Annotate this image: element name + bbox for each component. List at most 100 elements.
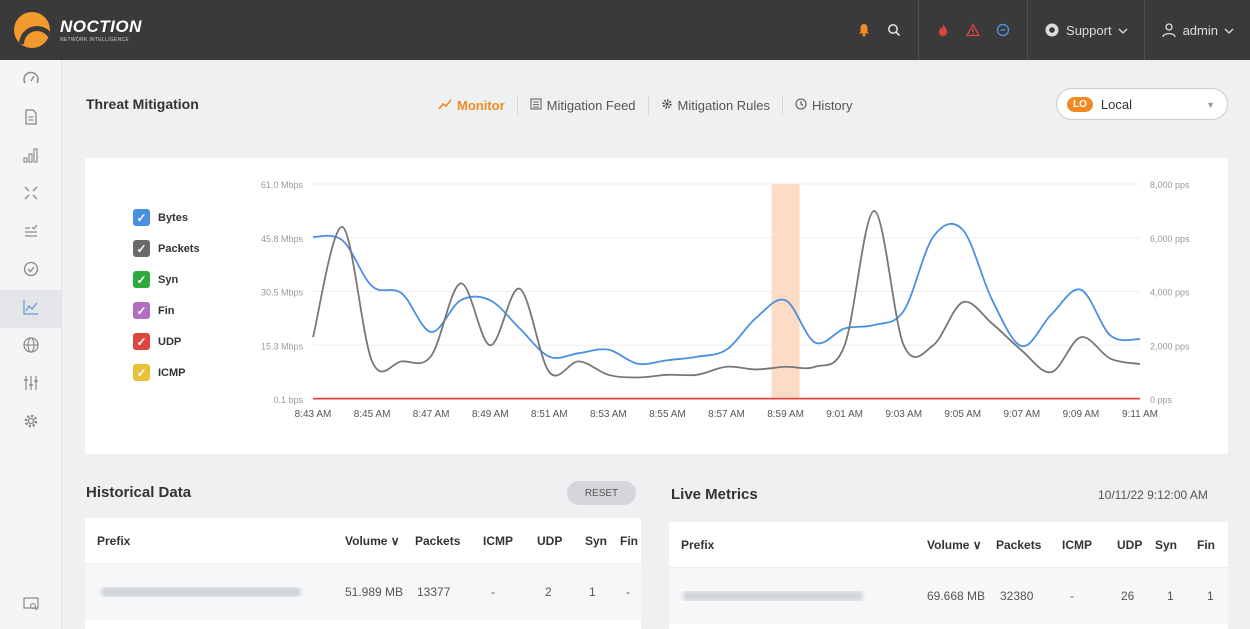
check-circle-icon: [22, 260, 40, 283]
sidebar-item-statistics[interactable]: [0, 138, 62, 176]
x-tick-label: 8:47 AM: [413, 409, 450, 420]
user-menu[interactable]: admin: [1161, 22, 1234, 38]
sidebar: [0, 60, 62, 629]
series-line-packets: [312, 209, 1141, 379]
column-icmp[interactable]: ICMP: [1062, 538, 1117, 552]
column-syn[interactable]: Syn: [585, 534, 620, 548]
sidebar-item-events[interactable]: [0, 214, 62, 252]
sidebar-item-improvements[interactable]: [0, 176, 62, 214]
tab-mitigation-rules[interactable]: Mitigation Rules: [647, 95, 783, 115]
trend-icon: [438, 98, 452, 113]
router-select[interactable]: LO Local ▼: [1056, 88, 1228, 120]
x-tick-label: 9:01 AM: [826, 409, 863, 420]
list-check-icon: [22, 222, 40, 245]
tab-label: History: [812, 97, 853, 113]
user-icon: [1161, 22, 1177, 38]
table-row[interactable]: 69.668 MB 32380 - 26 1 1: [669, 568, 1228, 624]
sidebar-item-dashboard[interactable]: [0, 62, 62, 100]
line-chart-icon: [22, 298, 40, 321]
reset-button[interactable]: RESET: [567, 481, 636, 505]
caret-down-icon: ▼: [1206, 100, 1215, 110]
column-fin[interactable]: Fin: [1197, 538, 1221, 552]
sidebar-item-controls[interactable]: [0, 366, 62, 404]
sidebar-item-reports[interactable]: [0, 100, 62, 138]
volume-cell: 69.668 MB: [927, 589, 986, 603]
table-header: Prefix Volume ∨ Packets ICMP UDP Syn Fin: [85, 518, 641, 564]
table-header: Prefix Volume ∨ Packets ICMP UDP Syn Fin: [669, 522, 1228, 568]
column-fin[interactable]: Fin: [620, 534, 641, 548]
column-volume[interactable]: Volume ∨: [345, 534, 415, 548]
live-timestamp: 10/11/22 9:12:00 AM: [1098, 488, 1208, 502]
warning-icon[interactable]: [965, 22, 981, 38]
sidebar-item-settings[interactable]: [0, 404, 62, 442]
redacted-prefix: [683, 591, 863, 601]
clock-icon: [795, 97, 807, 113]
column-prefix[interactable]: Prefix: [669, 538, 927, 552]
brand-logo[interactable]: NOCTION NETWORK INTELLIGENCE: [14, 12, 142, 48]
compress-icon: [22, 184, 40, 207]
y-right-tick-label: 0 pps: [1150, 395, 1173, 405]
fin-cell: 1: [1207, 589, 1214, 603]
traffic-line-chart[interactable]: 61.0 Mbps 8,000 pps 45.8 Mbps 6,000 pps 30.5…: [85, 158, 1228, 454]
router-badge: LO: [1067, 96, 1093, 112]
chat-icon[interactable]: [995, 22, 1011, 38]
brand-name: NOCTION: [60, 17, 142, 36]
historical-table: Prefix Volume ∨ Packets ICMP UDP Syn Fin…: [85, 518, 641, 629]
router-select-value: Local: [1100, 96, 1132, 112]
brand-tagline: NETWORK INTELLIGENCE: [60, 37, 130, 43]
column-syn[interactable]: Syn: [1155, 538, 1197, 552]
view-tabs: Monitor Mitigation Feed Mitigation Rules…: [426, 92, 865, 118]
column-icmp[interactable]: ICMP: [483, 534, 537, 548]
y-left-tick-label: 0.1 bps: [273, 395, 303, 405]
sidebar-item-screen[interactable]: [0, 591, 62, 621]
tab-label: Mitigation Feed: [546, 97, 636, 113]
tab-mitigation-feed[interactable]: Mitigation Feed: [516, 95, 648, 115]
bell-icon[interactable]: [856, 22, 872, 38]
gear-icon: [661, 98, 673, 113]
y-left-tick-label: 61.0 Mbps: [261, 180, 304, 190]
column-packets[interactable]: Packets: [996, 538, 1062, 552]
x-tick-label: 8:49 AM: [472, 409, 509, 420]
syn-cell: 1: [589, 585, 596, 599]
search-icon[interactable]: [886, 22, 902, 38]
y-left-tick-label: 45.8 Mbps: [261, 234, 304, 244]
column-volume[interactable]: Volume ∨: [927, 538, 996, 552]
x-tick-label: 9:09 AM: [1063, 409, 1100, 420]
table-row[interactable]: 51.989 MB 13377 - 2 1 -: [85, 564, 641, 620]
fire-icon[interactable]: [935, 22, 951, 38]
live-metrics-table: Prefix Volume ∨ Packets ICMP UDP Syn Fin…: [669, 522, 1228, 629]
udp-cell: 2: [545, 585, 552, 599]
x-tick-label: 9:05 AM: [944, 409, 981, 420]
live-metrics-title: Live Metrics: [671, 486, 758, 503]
volume-cell: 51.989 MB: [345, 585, 404, 599]
sidebar-item-checks[interactable]: [0, 252, 62, 290]
packets-cell: 13377: [417, 585, 451, 599]
packets-cell: 32380: [1000, 589, 1034, 603]
support-icon: [1044, 22, 1060, 38]
x-tick-label: 8:57 AM: [708, 409, 745, 420]
screen-search-icon: [22, 595, 40, 618]
support-menu[interactable]: Support: [1044, 22, 1128, 38]
gear-icon: [22, 412, 40, 435]
column-prefix[interactable]: Prefix: [85, 534, 345, 548]
y-right-tick-label: 2,000 pps: [1150, 341, 1190, 351]
chevron-down-icon: [1224, 23, 1234, 38]
sidebar-item-threat-mitigation[interactable]: [0, 290, 62, 328]
chevron-down-icon: [1118, 23, 1128, 38]
x-tick-label: 8:45 AM: [354, 409, 391, 420]
redacted-prefix: [101, 587, 301, 597]
x-tick-label: 8:55 AM: [649, 409, 686, 420]
column-packets[interactable]: Packets: [415, 534, 483, 548]
tab-monitor[interactable]: Monitor: [426, 95, 517, 115]
tab-history[interactable]: History: [782, 95, 864, 115]
column-udp[interactable]: UDP: [1117, 538, 1155, 552]
column-udp[interactable]: UDP: [537, 534, 585, 548]
sliders-icon: [22, 374, 40, 397]
prefix-cell: [85, 587, 345, 597]
historical-data-title: Historical Data: [86, 484, 192, 501]
user-label: admin: [1182, 22, 1218, 38]
feed-icon: [530, 97, 542, 113]
sidebar-item-network[interactable]: [0, 328, 62, 366]
bar-chart-icon: [22, 146, 40, 169]
x-tick-label: 8:43 AM: [295, 409, 332, 420]
